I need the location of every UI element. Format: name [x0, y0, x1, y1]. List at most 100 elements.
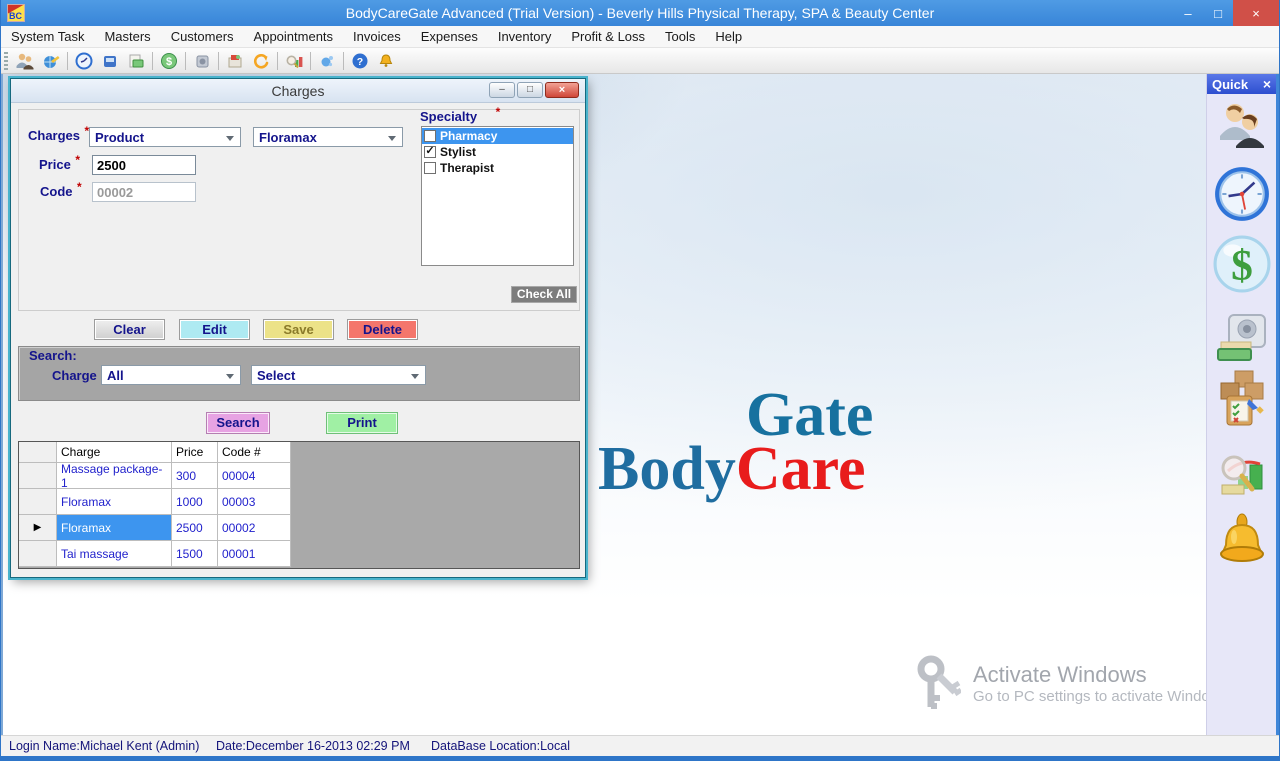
cell-code[interactable]: 00004 — [218, 463, 291, 489]
close-button[interactable]: × — [1233, 0, 1279, 26]
help-icon[interactable]: ? — [347, 49, 373, 73]
toolbar-separator — [152, 52, 153, 70]
specialty-listbox[interactable]: Pharmacy Stylist Therapist — [421, 126, 574, 266]
status-login: Login Name:Michael Kent (Admin) — [9, 739, 199, 753]
cell-code[interactable]: 00001 — [218, 541, 291, 567]
splash-icon[interactable] — [314, 49, 340, 73]
logo-line2: BodyCare — [598, 438, 978, 500]
menu-system-task[interactable]: System Task — [1, 26, 94, 48]
phone-icon[interactable] — [97, 49, 123, 73]
report-search-icon[interactable] — [281, 49, 307, 73]
package-icon[interactable] — [222, 49, 248, 73]
menu-customers[interactable]: Customers — [161, 26, 244, 48]
grid-header-row: Charge Price Code # — [19, 442, 579, 463]
dialog-maximize-button[interactable]: □ — [517, 82, 543, 98]
clock-icon[interactable] — [71, 49, 97, 73]
clock-icon[interactable] — [1213, 164, 1271, 229]
customers-icon[interactable] — [1216, 100, 1268, 155]
row-selector-current[interactable]: ▶ — [19, 515, 57, 541]
cell-code[interactable]: 00003 — [218, 489, 291, 515]
customers-icon[interactable] — [12, 49, 38, 73]
cell-price[interactable]: 2500 — [172, 515, 218, 541]
edit-button[interactable]: Edit — [179, 319, 250, 340]
bell-icon[interactable] — [373, 49, 399, 73]
print-button[interactable]: Print — [326, 412, 398, 434]
logo-care: Care — [736, 435, 866, 503]
undo-arrow-icon[interactable] — [248, 49, 274, 73]
grid-row[interactable]: Floramax 1000 00003 — [19, 489, 579, 515]
svg-text:?: ? — [357, 56, 363, 68]
inventory-boxes-icon[interactable] — [1213, 368, 1271, 433]
menu-invoices[interactable]: Invoices — [343, 26, 411, 48]
menu-help[interactable]: Help — [705, 26, 752, 48]
toolbar-separator — [343, 52, 344, 70]
dollar-coin-icon[interactable]: $ — [156, 49, 182, 73]
app-icon-text: BC — [9, 11, 22, 21]
dollar-bubble-icon[interactable]: $ — [1213, 234, 1271, 299]
svg-text:$: $ — [166, 56, 172, 68]
required-marker: * — [77, 180, 82, 194]
charge-item-dropdown[interactable]: Floramax — [253, 127, 403, 147]
menu-inventory[interactable]: Inventory — [488, 26, 561, 48]
cell-price[interactable]: 1500 — [172, 541, 218, 567]
profit-report-icon[interactable] — [1214, 448, 1270, 511]
check-all-button[interactable]: Check All — [511, 286, 577, 303]
grid-row-selected[interactable]: ▶ Floramax 2500 00002 — [19, 515, 579, 541]
save-button[interactable]: Save — [263, 319, 334, 340]
search-button[interactable]: Search — [206, 412, 270, 434]
clear-button[interactable]: Clear — [94, 319, 165, 340]
status-date: Date:December 16-2013 02:29 PM — [216, 739, 410, 753]
cell-charge[interactable]: Massage package-1 — [57, 463, 172, 489]
cell-code[interactable]: 00002 — [218, 515, 291, 541]
cell-charge-selected[interactable]: Floramax — [57, 515, 172, 541]
row-selector[interactable] — [19, 541, 57, 567]
cell-charge[interactable]: Floramax — [57, 489, 172, 515]
search-charge-label: Charge — [52, 368, 97, 383]
menu-profit-loss[interactable]: Profit & Loss — [561, 26, 655, 48]
cell-price[interactable]: 1000 — [172, 489, 218, 515]
world-edit-icon[interactable] — [38, 49, 64, 73]
restore-button[interactable]: □ — [1203, 0, 1233, 26]
grid-row[interactable]: Massage package-1 300 00004 — [19, 463, 579, 489]
cell-charge[interactable]: Tai massage — [57, 541, 172, 567]
reminder-bell-icon[interactable] — [1217, 512, 1267, 575]
row-selector[interactable] — [19, 489, 57, 515]
dialog-close-button[interactable]: × — [545, 82, 579, 98]
menu-appointments[interactable]: Appointments — [244, 26, 344, 48]
search-item-dropdown[interactable]: Select — [251, 365, 426, 385]
money-note-icon[interactable] — [123, 49, 149, 73]
dialog-title: Charges — [272, 83, 325, 99]
bodycaregate-logo: Gate BodyCare — [598, 384, 978, 500]
checkbox-unchecked[interactable] — [424, 162, 436, 174]
charge-type-dropdown[interactable]: Product — [89, 127, 241, 147]
cell-price[interactable]: 300 — [172, 463, 218, 489]
menu-expenses[interactable]: Expenses — [411, 26, 488, 48]
safe-icon[interactable] — [189, 49, 215, 73]
price-input[interactable] — [92, 155, 196, 175]
dialog-body: Charges* Product Floramax Price* Code* S… — [11, 103, 585, 577]
search-charge-dropdown[interactable]: All — [101, 365, 241, 385]
row-selector[interactable] — [19, 463, 57, 489]
specialty-item-stylist[interactable]: Stylist — [422, 144, 573, 160]
price-label: Price* — [39, 157, 79, 172]
required-marker: * — [84, 124, 89, 138]
menu-masters[interactable]: Masters — [94, 26, 160, 48]
search-groupbox: Search: Charge All Select — [18, 346, 580, 401]
grid-header-code[interactable]: Code # — [218, 442, 291, 463]
checkbox-unchecked[interactable] — [424, 130, 436, 142]
cash-safe-icon[interactable] — [1215, 314, 1269, 369]
specialty-item-pharmacy[interactable]: Pharmacy — [422, 128, 573, 144]
dialog-minimize-button[interactable]: – — [489, 82, 515, 98]
toolbar-separator — [185, 52, 186, 70]
grid-row[interactable]: Tai massage 1500 00001 — [19, 541, 579, 567]
specialty-item-therapist[interactable]: Therapist — [422, 160, 573, 176]
checkbox-checked[interactable] — [424, 146, 436, 158]
dialog-title-bar[interactable]: Charges – □ × — [11, 79, 585, 103]
menu-tools[interactable]: Tools — [655, 26, 705, 48]
quick-close-icon[interactable]: × — [1263, 76, 1271, 92]
grid-header-charge[interactable]: Charge — [57, 442, 172, 463]
key-icon — [915, 654, 961, 712]
minimize-button[interactable]: – — [1173, 0, 1203, 26]
delete-button[interactable]: Delete — [347, 319, 418, 340]
grid-header-price[interactable]: Price — [172, 442, 218, 463]
